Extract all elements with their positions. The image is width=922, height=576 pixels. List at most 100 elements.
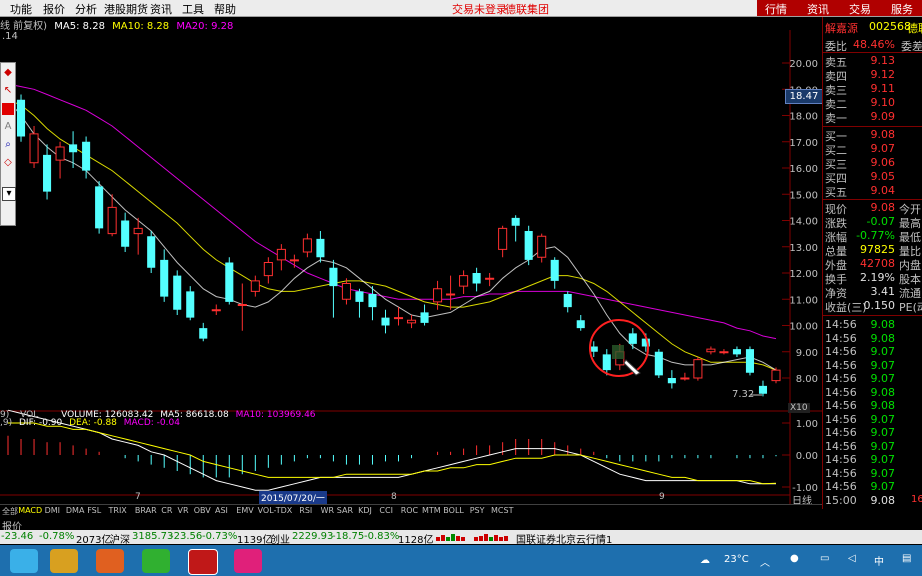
stock-name: 解嘉源 bbox=[825, 22, 858, 35]
candle-body bbox=[16, 99, 26, 137]
quote-title: 解嘉源 002568 德联 bbox=[825, 20, 922, 35]
stat-row-0-value: 9.08 bbox=[870, 201, 896, 214]
price-tick-label: 16.00 bbox=[789, 164, 818, 175]
tray-arrow-icon[interactable]: ︿ bbox=[760, 554, 770, 569]
tab-news[interactable]: 资讯 bbox=[807, 1, 829, 17]
indicator-tab-emv[interactable]: EMV bbox=[236, 506, 253, 515]
candle-body bbox=[524, 231, 533, 260]
zoom-icon[interactable]: ⌕ bbox=[2, 139, 14, 151]
tick-row: 14:56 9.07 bbox=[825, 372, 922, 386]
indicator-tab-roc[interactable]: ROC bbox=[401, 506, 418, 515]
menu-item-hk-futures[interactable]: 港股期货 bbox=[104, 1, 148, 17]
line-tool-icon[interactable]: ↖ bbox=[2, 85, 14, 97]
toolbox-dropdown-icon[interactable]: ▾ bbox=[2, 187, 16, 201]
trading-app-icon[interactable] bbox=[188, 549, 218, 575]
hs-label[interactable]: 沪深 bbox=[110, 531, 130, 546]
tab-service[interactable]: 服务 bbox=[891, 1, 913, 17]
hs-change: -23.56 bbox=[170, 531, 203, 542]
candle-body bbox=[654, 351, 663, 376]
tick-row: 14:56 9.07 bbox=[825, 426, 922, 440]
indicator-tabs: 全部 MACD DMI DMA FSL TRIX BRAR CR VR OBV ASI EMV VOL-… bbox=[0, 504, 822, 517]
candle-body bbox=[55, 146, 65, 161]
indicator-tab-kdj[interactable]: KDJ bbox=[358, 506, 372, 515]
tick-row: 14:56 9.07 bbox=[825, 467, 922, 481]
macd-value: MACD: -0.04 bbox=[123, 418, 180, 428]
browser-icon[interactable] bbox=[10, 549, 38, 573]
notification-icon[interactable]: ▤ bbox=[902, 553, 911, 564]
indicator-tab-asi[interactable]: ASI bbox=[215, 506, 228, 515]
tab-market[interactable]: 行情 bbox=[765, 1, 787, 17]
ime-icon[interactable]: 中 bbox=[874, 553, 884, 568]
highlight-fill bbox=[612, 345, 624, 359]
stock-short: 德联 bbox=[907, 22, 922, 35]
indicator-tab-macd[interactable]: MACD bbox=[18, 506, 42, 515]
tick-row-value: 9.07 bbox=[870, 372, 896, 385]
macd-params: ,9) bbox=[0, 418, 13, 428]
cy-label[interactable]: 创业 bbox=[270, 531, 290, 546]
stat-row-2-value: -0.77% bbox=[856, 229, 895, 242]
indicator-tab-sar[interactable]: SAR bbox=[337, 506, 353, 515]
cy-pct: -0.83% bbox=[364, 531, 400, 542]
menu-item-function[interactable]: 功能 bbox=[10, 1, 32, 17]
shape-tool-icon[interactable]: ◇ bbox=[2, 157, 14, 169]
candle-body bbox=[758, 385, 768, 394]
indicator-tab-wr[interactable]: WR bbox=[321, 506, 334, 515]
indicator-tab-trix[interactable]: TRIX bbox=[109, 506, 127, 515]
speaker-icon[interactable]: ◁ bbox=[848, 553, 856, 564]
stat-row-1-value: -0.07 bbox=[866, 215, 895, 228]
indicator-tab-dma[interactable]: DMA bbox=[66, 506, 85, 515]
stat-row-6-value: 3.41 bbox=[870, 285, 896, 298]
refresh-app-icon[interactable] bbox=[142, 549, 170, 573]
indicator-tab-vol-tdx[interactable]: VOL-TDX bbox=[258, 506, 293, 515]
kline-chart[interactable]: 20.0019.0018.0017.0016.0015.0014.0013.00… bbox=[0, 30, 822, 504]
tick-row-value: 9.07 bbox=[870, 480, 896, 493]
indicator-tab-cr[interactable]: CR bbox=[161, 506, 172, 515]
candle-body bbox=[95, 186, 104, 229]
indicator-tab-vr[interactable]: VR bbox=[178, 506, 189, 515]
hs-pct: -0.73% bbox=[202, 531, 238, 542]
folder-icon[interactable] bbox=[50, 549, 78, 573]
menu-item-analysis[interactable]: 分析 bbox=[75, 1, 97, 17]
indicator-tab-obv[interactable]: OBV bbox=[194, 506, 211, 515]
price-tick-label: 13.00 bbox=[789, 243, 818, 254]
ask-row-4-value: 9.12 bbox=[870, 68, 896, 81]
menu-item-quote[interactable]: 报价 bbox=[43, 1, 65, 17]
dea-line bbox=[8, 422, 777, 485]
tray-app-icon[interactable]: ● bbox=[790, 553, 799, 564]
stat-row-7-label: 收益(三) bbox=[825, 301, 867, 314]
quote-divider bbox=[823, 199, 922, 200]
trade-login-status[interactable]: 交易未登录 bbox=[452, 1, 507, 17]
date-label-9: 9 bbox=[659, 492, 665, 502]
pointer-icon[interactable]: ◆ bbox=[2, 67, 14, 79]
candle-body bbox=[719, 351, 729, 354]
network-icon[interactable]: ▭ bbox=[820, 553, 829, 564]
tick-row-value: 9.07 bbox=[870, 358, 896, 372]
text-tool-icon[interactable]: A bbox=[2, 121, 14, 133]
tick-row-value: 9.07 bbox=[870, 453, 896, 466]
stat-row-7-extra: PE(动 bbox=[899, 301, 922, 314]
menu-item-help[interactable]: 帮助 bbox=[214, 1, 236, 17]
indicator-tab-brar[interactable]: BRAR bbox=[135, 506, 157, 515]
media-icon[interactable] bbox=[96, 549, 124, 573]
indicator-tab-mcst[interactable]: MCST bbox=[491, 506, 513, 515]
indicator-tab-cci[interactable]: CCI bbox=[379, 506, 393, 515]
weather-icon[interactable]: ☁ bbox=[700, 555, 710, 566]
indicator-tab-mtm[interactable]: MTM bbox=[422, 506, 441, 515]
indicator-tab-dmi[interactable]: DMI bbox=[45, 506, 60, 515]
video-app-icon[interactable] bbox=[234, 549, 262, 573]
indicator-tab-boll[interactable]: BOLL bbox=[443, 506, 464, 515]
indicator-tab-fsl[interactable]: FSL bbox=[87, 506, 101, 515]
indicator-tab-psy[interactable]: PSY bbox=[470, 506, 485, 515]
rect-tool-icon[interactable] bbox=[2, 103, 14, 115]
menu-bar: 功能 报价 分析 港股期货 资讯 工具 帮助 交易未登录 德联集团 行情 资讯 … bbox=[0, 0, 922, 17]
tab-trade[interactable]: 交易 bbox=[849, 1, 871, 17]
menu-item-news[interactable]: 资讯 bbox=[150, 1, 172, 17]
indicator-tab-全部[interactable]: 全部 bbox=[2, 506, 18, 517]
tick-row-label: 14:56 bbox=[825, 466, 857, 480]
indicator-tab-rsi[interactable]: RSI bbox=[299, 506, 312, 515]
menu-item-tools[interactable]: 工具 bbox=[182, 1, 204, 17]
tick-row-value: 9.08 bbox=[870, 399, 896, 412]
ask-row-2-value: 9.10 bbox=[870, 96, 896, 109]
ask-row-3: 卖三 9.11 bbox=[825, 82, 922, 97]
candle-body bbox=[537, 235, 547, 258]
